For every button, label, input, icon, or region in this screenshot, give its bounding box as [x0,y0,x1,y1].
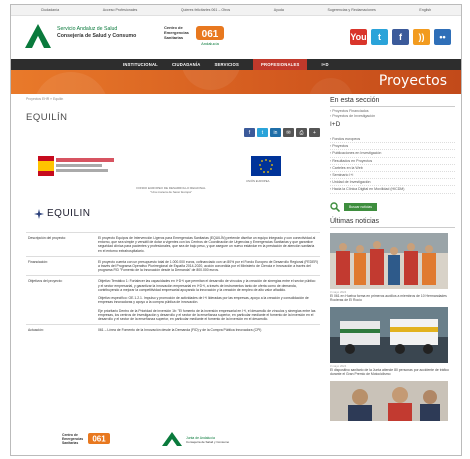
nav-idi[interactable]: I+D [321,62,328,67]
footer-ces-line-3: Sanitarias [62,441,78,445]
info-row: Financiación: El proyecto cuenta con un p… [26,255,320,276]
sidebar-sublink[interactable]: › Publicaciones en Investigación [330,150,455,158]
youtube-icon[interactable]: You [350,29,367,45]
news-image-1[interactable] [330,232,448,289]
news-caption-2[interactable]: El dispositivo sanitario de la Junta ati… [330,368,455,376]
eu-caption: UNIÓN EUROPEA [246,179,270,183]
util-link-ayuda[interactable]: Ayuda [274,8,284,12]
sidebar-title: En esta sección [330,97,455,107]
info-row-value: Objetivo Temático 1: Fortalecer las capa… [96,275,320,325]
footer-junta-line-2: Consejería de Salud y Consumo [186,440,230,444]
junta-andalucia-logo[interactable] [23,22,53,50]
linkedin-share-icon[interactable]: in [270,128,281,137]
main-content: EQUILÍN f t in ✉ ⎙ + UNIÓN EUROPEA FONDO EURO… [26,104,320,336]
sidebar-sublinks: › Fondos europeos › Proyectos › Publicacio… [330,136,455,194]
info-row-value: El proyecto Equipos de Intervención Lige… [96,232,320,257]
news-image-3[interactable] [330,381,448,422]
news-caption-1[interactable]: El 061 en Huelva forma en primeros auxil… [330,294,455,302]
util-link-sugerencias[interactable]: Sugerencias y Reclamaciones [327,8,375,12]
sidebar: En esta sección › Proyectos Financiados … [330,97,455,422]
info-row-label: Actuación: [26,324,96,336]
eu-flag-logo [251,156,281,176]
facebook-share-icon[interactable]: f [244,128,255,137]
sas-line-2: Consejería de Salud y Consumo [57,33,137,39]
info-row-label: Descripción del proyecto: [26,232,96,257]
061-logo-sub: Andalucía [201,41,220,46]
info-row-value: 061 – Línea de Fomento de la Innovación … [96,324,320,336]
sidebar-links: › Proyectos Financiados › Proyectos de I… [330,109,455,119]
info-row: Descripción del proyecto: El proyecto Equ… [26,232,320,257]
util-link-language[interactable]: English [419,8,431,12]
twitter-share-icon[interactable]: t [257,128,268,137]
sas-title: Servicio Andaluz de Salud Consejería de … [57,26,136,40]
061-logo[interactable]: 061 Andalucía [196,24,224,46]
site-header: Servicio Andaluz de Salud Consejería de … [11,16,461,59]
equilin-logo: EQUILIN [34,208,91,219]
breadcrumb[interactable]: Proyectos EHR » Equilín [26,97,63,101]
social-links: You t f)) •• [350,29,451,45]
sidebar-sublink[interactable]: › Resultados en Proyectos [330,158,455,165]
info-row: Actuación: 061 – Línea de Fomento de la I… [26,324,320,336]
nav-ciudadania[interactable]: CIUDADANÍA [172,62,201,67]
spain-ministry-logo [38,156,114,176]
util-link-profesionales[interactable]: Acceso Profesionales [103,8,138,12]
061-logo-text: 061 [202,29,219,40]
equilin-star-icon [34,208,44,219]
info-row-label: Objetivos del proyecto: [26,275,96,325]
page-title: EQUILÍN [26,112,68,123]
project-info-table: Descripción del proyecto: El proyecto Equ… [26,232,320,336]
equilin-logo-text: EQUILIN [47,208,91,219]
funding-logos [26,156,320,180]
sidebar-link-investigacion[interactable]: › Proyectos de Investigación [330,114,455,119]
sidebar-idi-heading: I+D [330,121,341,128]
sidebar-sublink[interactable]: › Hacia la Clínica Digital en Movilidad … [330,186,455,194]
flickr-icon[interactable]: •• [434,29,451,45]
section-banner: Proyectos [11,70,461,94]
util-link-felicitaciones[interactable]: Quieres felicitarles 061 – Otros [181,8,230,12]
news-search: Buscar noticias [330,201,455,212]
feder-caption: FONDO EUROPEO DE DESARROLLO REGIONAL "Un… [136,186,206,194]
sidebar-sublink[interactable]: › Seminario I+i [330,172,455,180]
print-icon[interactable]: ⎙ [296,128,307,137]
ces-title: Centro de Emergencias Sanitarias [164,25,189,40]
news-image-2[interactable] [330,307,448,364]
info-row-value: El proyecto cuenta con un presupuesto to… [96,255,320,276]
news-title: Últimas noticias [330,218,455,228]
util-link-ciudadania[interactable]: Ciudadanía [41,8,59,12]
footer-061-text: 061 [92,435,106,444]
utility-bar: Ciudadanía Acceso Profesionales Quieres … [11,5,461,16]
nav-institucional[interactable]: INSTITUCIONAL [123,62,158,67]
sidebar-sublink[interactable]: › Carteles en la Web [330,165,455,173]
sas-line-1: Servicio Andaluz de Salud [57,26,118,32]
search-icon[interactable] [330,201,340,212]
share-icon[interactable]: + [309,128,320,137]
footer-junta-logo [162,432,182,446]
nav-profesionales[interactable]: PROFESIONALES [253,59,308,70]
info-row: Objetivos del proyecto: Objetivo Temático… [26,275,320,325]
banner-title: Proyectos [378,73,447,89]
rss-icon[interactable]: )) [413,29,430,45]
sidebar-sublink[interactable]: › Fondos europeos [330,136,455,144]
ces-line-3: Sanitarias [164,35,184,40]
sidebar-sublink[interactable]: › Proyectos [330,143,455,151]
facebook-icon[interactable]: f [392,29,409,45]
twitter-icon[interactable]: t [371,29,388,45]
search-news-button[interactable]: Buscar noticias [344,202,377,211]
nav-servicios[interactable]: SERVICIOS [214,62,239,67]
info-row-label: Financiación: [26,255,96,276]
sidebar-sublink[interactable]: › Unidad de Investigación [330,179,455,187]
footer-logos: Centro de Emergencias Sanitarias 061 Jun… [62,432,230,446]
email-share-icon[interactable]: ✉ [283,128,294,137]
main-nav: INSTITUCIONAL CIUDADANÍA SERVICIOS PROFE… [11,59,461,70]
share-toolbar: f t in ✉ ⎙ + [244,128,320,137]
